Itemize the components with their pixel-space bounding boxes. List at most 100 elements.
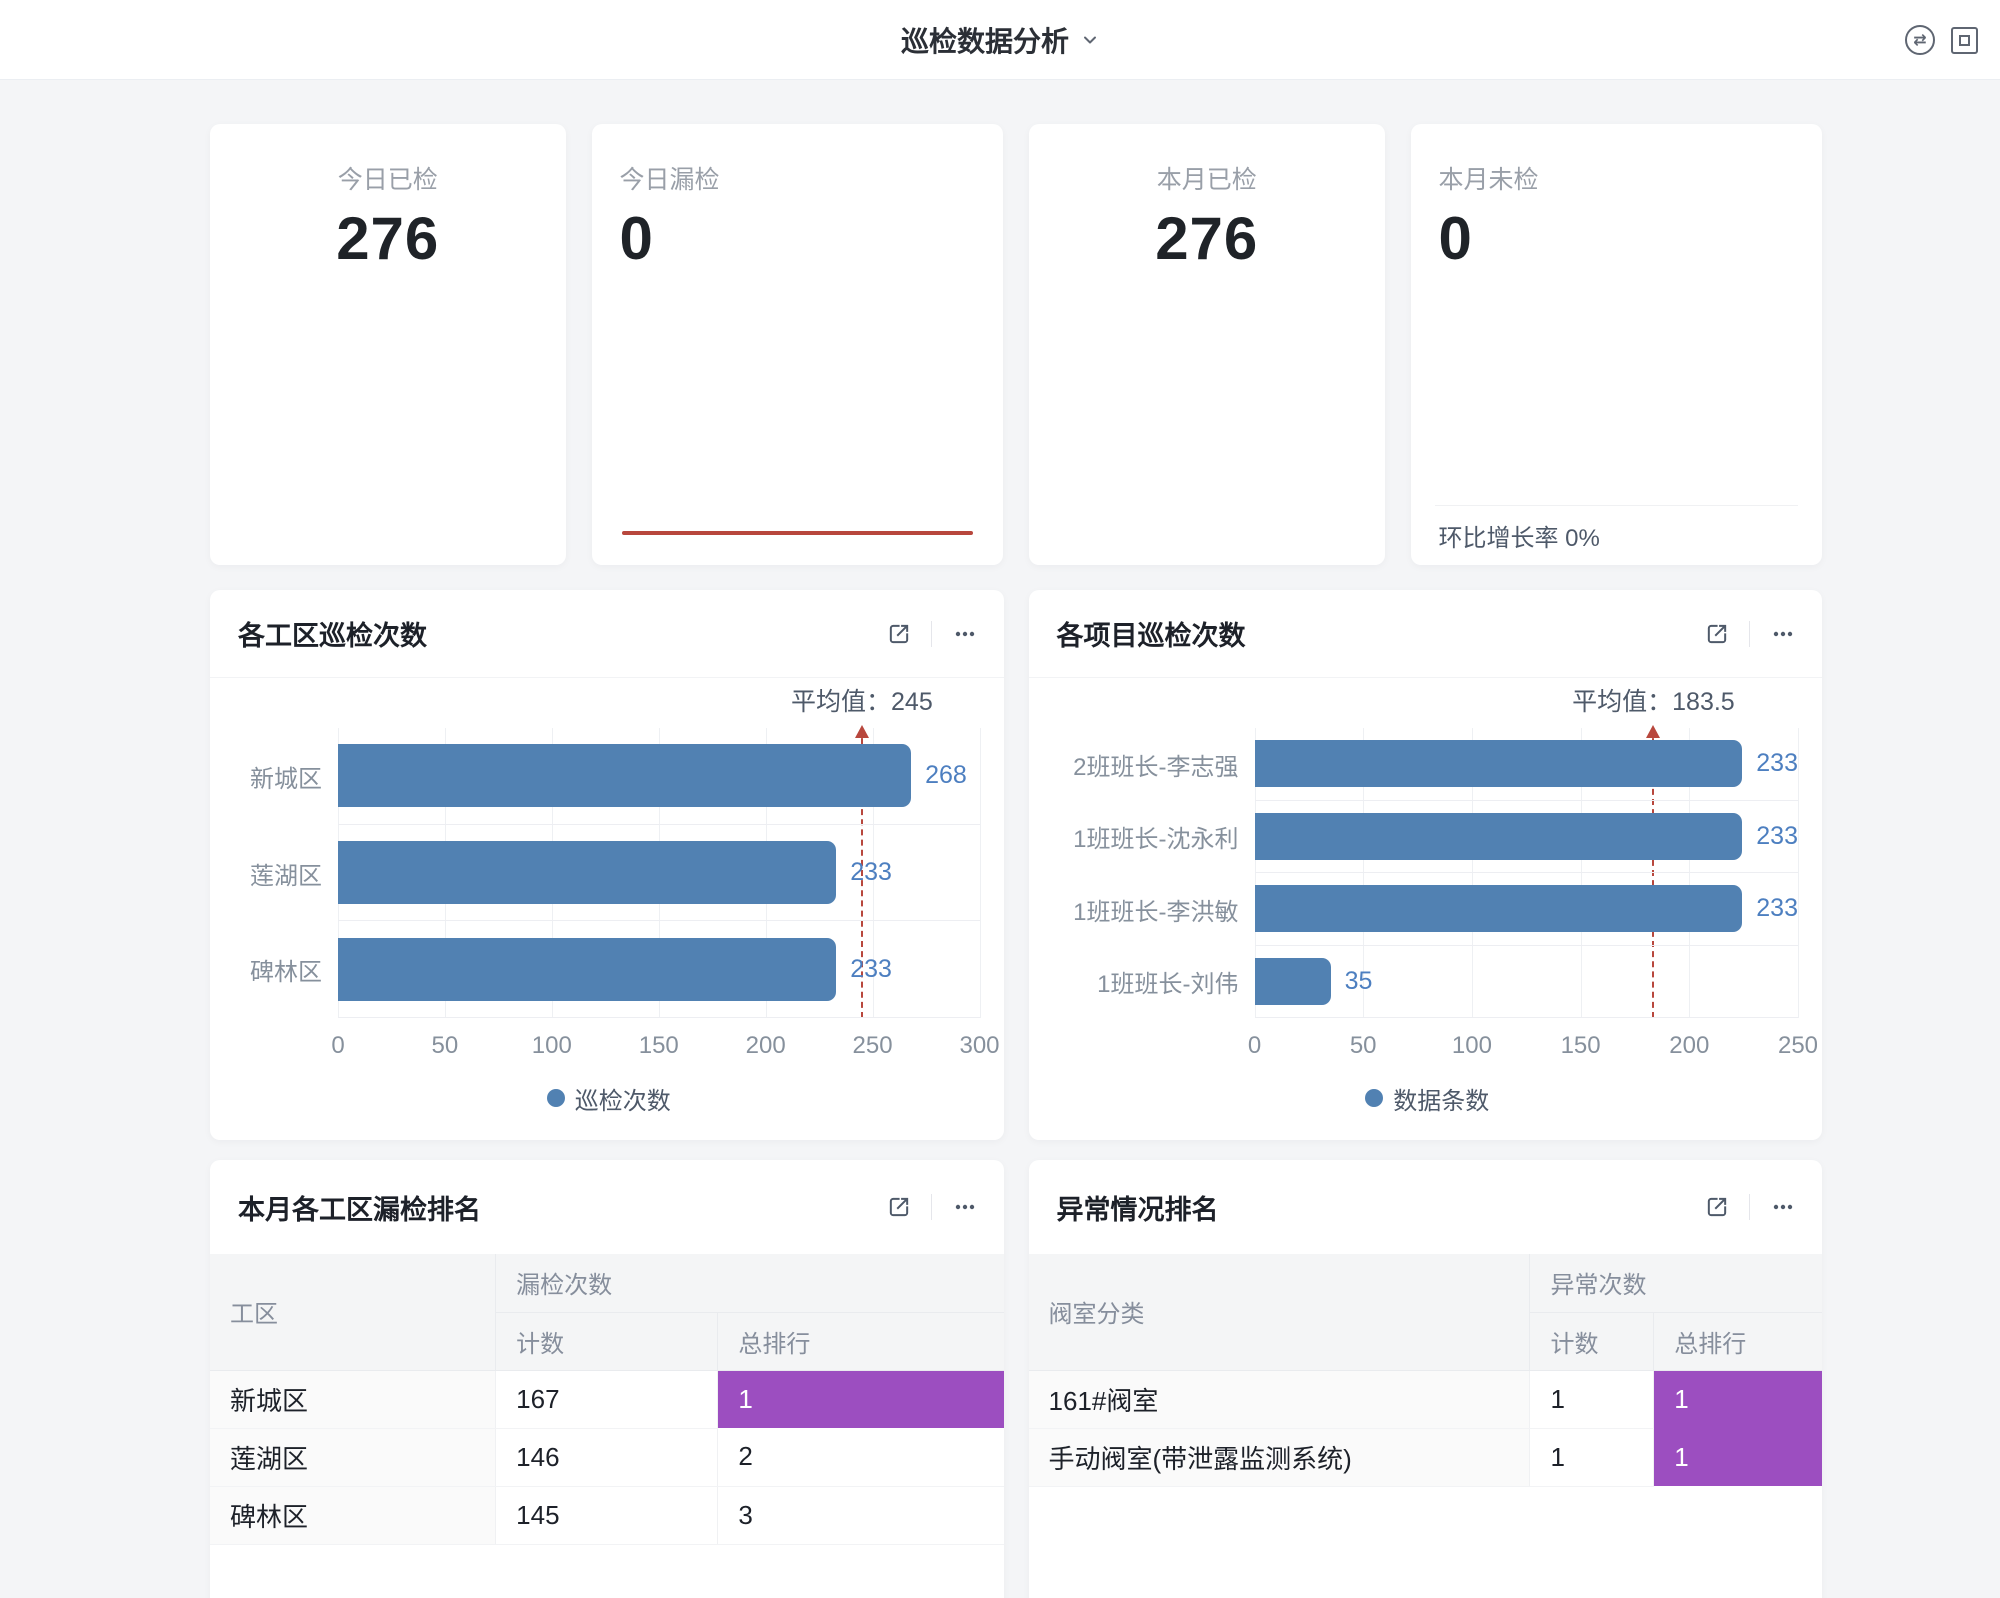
bar-value-label: 233 [850,955,892,984]
category-label: 莲湖区 [238,825,338,922]
table-row: 新城区1671 [210,1370,1004,1428]
charts-row: 各工区巡检次数 平均值：245 [210,590,1822,1140]
x-tick-label: 250 [853,1032,893,1060]
bar [1255,885,1743,932]
chart-card-workzones: 各工区巡检次数 平均值：245 [210,590,1004,1140]
column-header: 工区 [210,1254,496,1370]
stat-card-today-missed: 今日漏检 0 [592,124,1004,565]
more-icon[interactable] [1768,619,1798,649]
bar-value-label: 233 [850,858,892,887]
bar-value-label: 233 [1756,822,1798,851]
category-label: 1班班长-刘伟 [1057,946,1255,1019]
legend[interactable]: 巡检次数 [238,1070,980,1126]
x-tick-label: 0 [331,1032,344,1060]
column-header: 阀室分类 [1029,1254,1530,1370]
average-annotation: 平均值：183.5 [1572,682,1735,718]
category-label: 1班班长-李洪敏 [1057,873,1255,946]
open-in-new-icon[interactable] [1703,1193,1731,1221]
legend-marker-icon [547,1089,565,1107]
bar-track: 35 [1255,946,1799,1019]
stat-label: 本月已检 [1029,160,1385,196]
x-tick-label: 150 [1561,1032,1601,1060]
gridline [1798,728,1799,1018]
table-row: 手动阀室(带泄露监测系统)11 [1029,1428,1823,1486]
stat-label: 今日漏检 [620,160,976,196]
table-row: 碑林区1453 [210,1486,1004,1544]
x-tick-label: 250 [1778,1032,1818,1060]
cell-name: 161#阀室 [1029,1370,1530,1428]
cell-count: 145 [496,1486,718,1544]
cell-name: 碑林区 [210,1486,496,1544]
cell-count: 167 [496,1370,718,1428]
x-axis: 050100150200250300 [338,1018,980,1070]
chart-card-projects: 各项目巡检次数 平均值：183.5 [1029,590,1823,1140]
bar-track: 233 [338,825,980,922]
bar-chart-workzones: 平均值：245 新城区268莲湖区233碑林区233 0501001502002… [210,678,1004,1126]
bar-value-label: 268 [925,761,967,790]
plot-area: 平均值：245 新城区268莲湖区233碑林区233 [238,728,980,1018]
stat-card-month-checked: 本月已检 276 [1029,124,1385,565]
chart-row: 2班班长-李志强 233 [1057,728,1799,801]
legend-marker-icon [1365,1089,1383,1107]
legend[interactable]: 数据条数 [1057,1070,1799,1126]
x-tick-label: 0 [1248,1032,1261,1060]
chart-row: 1班班长-李洪敏233 [1057,873,1799,946]
dashboard-title-dropdown[interactable]: 巡检数据分析 [901,0,1099,80]
bar [1255,958,1331,1005]
x-tick-label: 150 [639,1032,679,1060]
column-header: 总排行 [1654,1312,1822,1370]
legend-label: 巡检次数 [575,1081,671,1116]
bar-track: 233 [1255,728,1799,801]
x-tick-label: 50 [432,1032,459,1060]
more-icon[interactable] [1768,1192,1798,1222]
chart-title: 各工区巡检次数 [238,614,885,653]
table-title: 异常情况排名 [1057,1188,1704,1227]
stat-label: 本月未检 [1439,160,1795,196]
cell-count: 1 [1530,1370,1654,1428]
x-tick-label: 200 [746,1032,786,1060]
chart-row: 新城区268 [238,728,980,825]
open-in-new-icon[interactable] [885,1193,913,1221]
average-annotation: 平均值：245 [791,682,933,718]
cell-rank-highlighted: 1 [718,1370,1004,1428]
cell-rank-highlighted: 1 [1654,1428,1822,1486]
chart-title: 各项目巡检次数 [1057,614,1704,653]
x-axis: 050100150200250 [1255,1018,1799,1070]
more-icon[interactable] [950,619,980,649]
stat-value: 0 [1439,204,1795,273]
stat-card-today-checked: 今日已检 276 [210,124,566,565]
bar [1255,740,1743,787]
bar-value-label: 233 [1756,749,1798,778]
column-header: 计数 [1530,1312,1654,1370]
bar-track: 268 [338,728,980,825]
x-tick-label: 100 [1452,1032,1492,1060]
card-header: 各项目巡检次数 [1029,590,1823,678]
open-in-new-icon[interactable] [885,620,913,648]
divider [1749,621,1750,647]
cell-rank: 2 [718,1428,1004,1486]
category-label: 2班班长-李志强 [1057,728,1255,801]
more-icon[interactable] [950,1192,980,1222]
sync-icon[interactable]: ⇄ [1905,25,1935,55]
chevron-down-icon [1081,31,1099,49]
stat-value: 276 [1029,204,1385,273]
card-header: 本月各工区漏检排名 [210,1160,1004,1254]
category-label: 碑林区 [238,921,338,1018]
column-header: 计数 [496,1312,718,1370]
topbar: 巡检数据分析 ⇄ [0,0,2000,80]
cell-name: 手动阀室(带泄露监测系统) [1029,1428,1530,1486]
open-in-new-icon[interactable] [1703,620,1731,648]
tables-row: 本月各工区漏检排名 工区 漏检次数 [210,1160,1822,1598]
x-tick-label: 50 [1350,1032,1377,1060]
divider [931,1194,932,1220]
stat-card-month-unchecked: 本月未检 0 环比增长率 0% [1411,124,1823,565]
red-accent-line [622,531,974,535]
topbar-actions: ⇄ [1905,0,1978,80]
exit-fullscreen-icon[interactable] [1951,27,1978,54]
cell-name: 莲湖区 [210,1428,496,1486]
bar [338,744,911,807]
stat-value: 276 [210,204,566,273]
ranking-table: 工区 漏检次数 计数 总排行 新城区1671莲湖区1462碑林区1453 [210,1254,1004,1545]
cell-rank: 3 [718,1486,1004,1544]
dashboard-content: 今日已检 276 今日漏检 0 本月已检 276 本月未检 0 环比增长率 0%… [210,124,1822,1598]
